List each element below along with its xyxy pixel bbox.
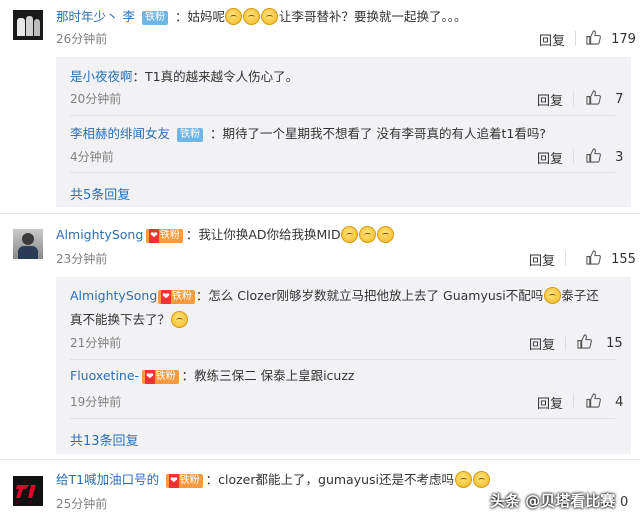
fan-badge[interactable]: ❤ 铁粉 (142, 370, 179, 384)
more-replies-link[interactable]: 共13条回复 (70, 430, 139, 449)
like-button[interactable]: 179 (586, 30, 636, 47)
reply-text: ：T1真的越来越令人伤心了。 (132, 69, 299, 84)
reply-time: 4分钟前 (70, 150, 114, 164)
reply-body: Fluoxetine- ❤ 铁粉 ：教练三保二 保泰上皇跟icuzz (70, 367, 354, 385)
reply-button[interactable]: 回复 (529, 250, 555, 269)
sweat-emoji-icon (170, 311, 188, 328)
action-divider (573, 394, 574, 409)
reply-text: ：教练三保二 保泰上皇跟icuzz (181, 368, 355, 383)
fan-badge[interactable]: 铁粉 (177, 128, 203, 142)
more-replies-link[interactable]: 共5条回复 (70, 184, 130, 203)
t1-logo-icon (16, 485, 36, 498)
fan-badge-label: 铁粉 (155, 371, 176, 382)
reply-text: ：期待了一个星期我不想看了 没有李哥真的有人追着t1看吗? (209, 126, 546, 141)
avatar[interactable] (13, 229, 43, 259)
like-count: 4 (615, 395, 624, 410)
reply-time: 19分钟前 (70, 395, 122, 409)
thumbs-up-icon (586, 30, 601, 45)
reply-button[interactable]: 回复 (537, 90, 563, 109)
reply-text: ：怎么 Clozer刚够岁数就立马把他放上去了 Guamyusi不配吗 (195, 288, 544, 303)
like-button[interactable]: 4 (586, 393, 623, 410)
like-count: 15 (606, 336, 623, 351)
comment-time: 25分钟前 (56, 497, 108, 511)
comment-body: AlmightySong ❤ 铁粉 ：我让你换AD你给我换MID (56, 226, 395, 244)
comment-username[interactable]: AlmightySong (56, 227, 143, 242)
fan-badge-label: 铁粉 (179, 475, 200, 486)
like-count: 155 (611, 252, 636, 267)
action-divider (573, 149, 574, 164)
fan-badge[interactable]: 铁粉 (141, 11, 168, 25)
like-count: 179 (611, 32, 636, 47)
thumbs-up-icon (586, 90, 601, 105)
sweat-emoji-icon (543, 287, 561, 304)
action-divider (575, 31, 576, 46)
reply-username[interactable]: Fluoxetine- (70, 368, 139, 383)
comment-body: 那时年少丶 李 铁粉 ：姑妈呢 让李哥替补？要换就一起换了。。。 (56, 8, 466, 26)
comment-text: ：我让你换AD你给我换MID (185, 227, 341, 242)
avatar[interactable] (13, 10, 43, 40)
thumbs-up-icon (586, 148, 601, 163)
fan-badge[interactable]: ❤ 铁粉 (166, 474, 203, 488)
reply-divider (70, 418, 615, 419)
comment-username[interactable]: 给T1喊加油口号的 (56, 472, 159, 487)
thumbs-up-icon (577, 334, 592, 349)
sweat-emoji-icon (472, 471, 490, 488)
sweat-emoji-icon (377, 226, 395, 243)
comment-username[interactable]: 那时年少丶 李 (56, 9, 135, 24)
comment-text: ：clozer都能上了，gumayusi还是不考虑吗 (205, 472, 455, 487)
fan-badge[interactable]: ❤ 铁粉 (146, 229, 183, 243)
reply-divider (70, 115, 615, 116)
action-divider (565, 251, 566, 266)
like-button[interactable]: 155 (586, 250, 636, 267)
level-icon: ❤ (161, 290, 171, 304)
comment-body: 给T1喊加油口号的 ❤ 铁粉 ：clozer都能上了，gumayusi还是不考虑吗 (56, 471, 490, 489)
comment-divider (0, 213, 640, 214)
action-divider (565, 335, 566, 350)
fan-badge-label: 铁粉 (159, 230, 180, 241)
level-icon: ❤ (169, 474, 179, 488)
reply-time: 20分钟前 (70, 92, 122, 106)
reply-username[interactable]: 李相赫的绯闻女友 (70, 126, 170, 141)
fan-badge-label: 铁粉 (171, 291, 192, 302)
reply-body: 是小夜夜啊：T1真的越来越令人伤心了。 (70, 66, 298, 85)
thumbs-up-icon (586, 250, 601, 265)
thumbs-up-icon (586, 393, 601, 408)
like-count: 7 (615, 92, 624, 107)
sweat-emoji-icon (359, 226, 377, 243)
reply-button[interactable]: 回复 (529, 334, 555, 353)
comment-text: 让李哥替补？要换就一起换了。。。 (278, 9, 467, 24)
level-icon: ❤ (145, 370, 155, 384)
like-button[interactable]: 15 (577, 334, 623, 351)
reply-body: AlmightySong ❤ 铁粉 ：怎么 Clozer刚够岁数就立马把他放上去了 G… (70, 284, 625, 332)
avatar[interactable] (13, 476, 43, 506)
sweat-emoji-icon (454, 471, 472, 488)
reply-button[interactable]: 回复 (537, 148, 563, 167)
like-count: 3 (615, 150, 624, 165)
reply-button[interactable]: 回复 (539, 30, 565, 49)
reply-text: 泰子还 (561, 288, 599, 303)
reply-body: 李相赫的绯闻女友 铁粉 ：期待了一个星期我不想看了 没有李哥真的有人追着t1看吗… (70, 123, 546, 142)
action-divider (573, 91, 574, 106)
reply-time: 21分钟前 (70, 336, 122, 350)
reply-button[interactable]: 回复 (537, 393, 563, 412)
comment-text: ：姑妈呢 (174, 9, 225, 24)
like-button[interactable]: 7 (586, 90, 623, 107)
like-count: 0 (620, 495, 629, 510)
smile-emoji-icon (261, 8, 279, 25)
smile-emoji-icon (243, 8, 261, 25)
like-button[interactable]: 3 (586, 148, 623, 165)
comment-divider (0, 459, 640, 460)
fan-badge[interactable]: ❤ 铁粉 (158, 290, 195, 304)
reply-username[interactable]: AlmightySong (70, 288, 157, 303)
sweat-emoji-icon (341, 226, 359, 243)
reply-divider (70, 172, 615, 173)
reply-divider (70, 359, 615, 360)
watermark: 头条 @贝塔看比赛 (490, 492, 616, 510)
reply-text: 真不能换下去了？ (70, 312, 171, 327)
comment-time: 26分钟前 (56, 32, 108, 46)
smile-emoji-icon (225, 8, 243, 25)
level-icon: ❤ (149, 229, 159, 243)
comment-time: 23分钟前 (56, 252, 108, 266)
reply-username[interactable]: 是小夜夜啊 (70, 69, 133, 84)
